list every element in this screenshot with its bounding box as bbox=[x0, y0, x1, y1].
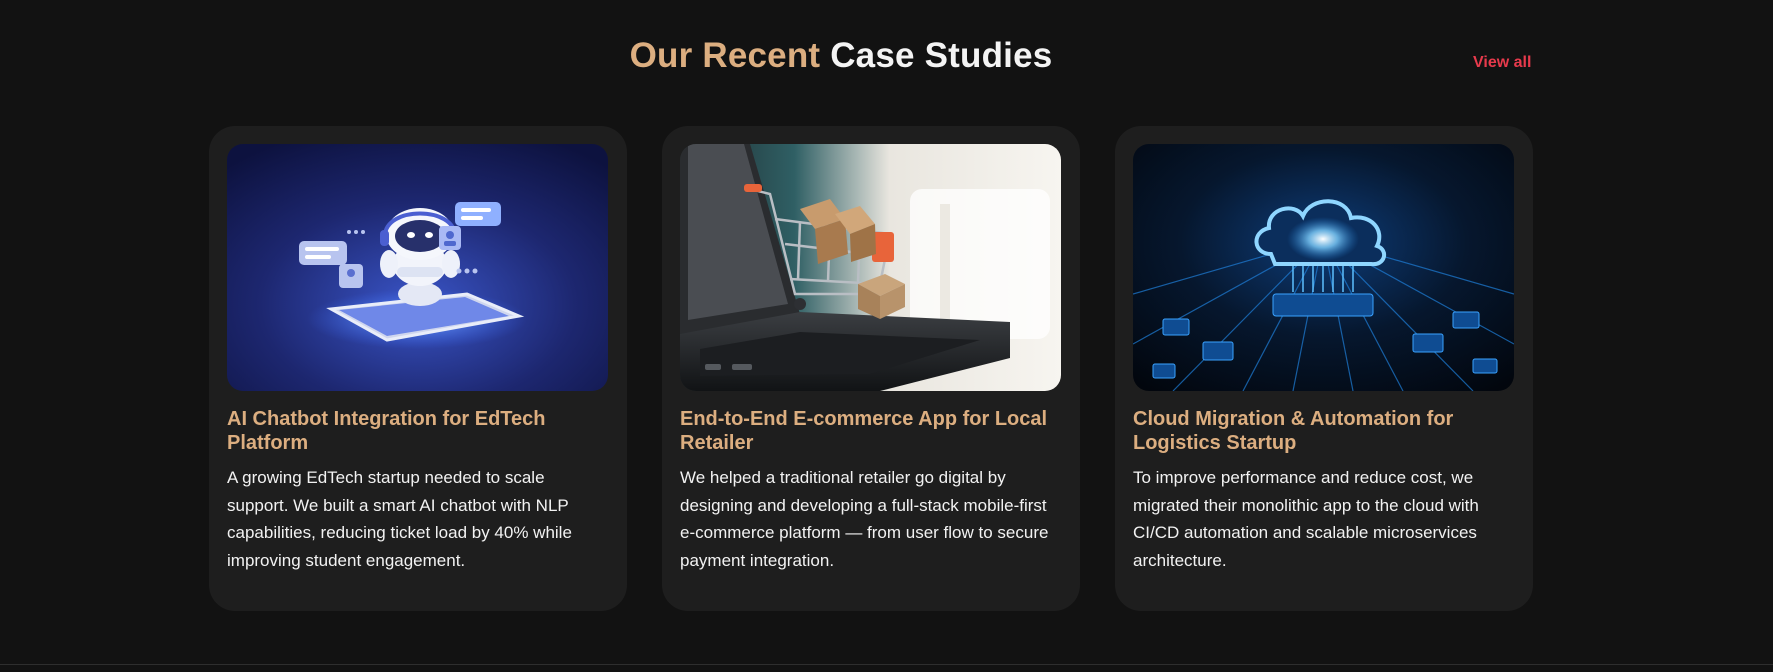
cloud-circuit-illustration bbox=[1133, 144, 1514, 391]
robot-chatbot-illustration bbox=[227, 144, 608, 391]
case-study-card[interactable]: End-to-End E-commerce App for Local Reta… bbox=[662, 126, 1080, 611]
case-study-title[interactable]: Cloud Migration & Automation for Logisti… bbox=[1133, 407, 1515, 455]
robot-chatbot-image[interactable] bbox=[227, 144, 608, 391]
case-study-description: We helped a traditional retailer go digi… bbox=[680, 468, 1049, 570]
case-study-title[interactable]: AI Chatbot Integration for EdTech Platfo… bbox=[227, 407, 609, 455]
case-study-description: To improve performance and reduce cost, … bbox=[1133, 468, 1479, 570]
section-title-main: Case Studies bbox=[830, 36, 1053, 75]
cloud-circuit-image[interactable] bbox=[1133, 144, 1514, 391]
case-study-description: A growing EdTech startup needed to scale… bbox=[227, 468, 572, 570]
case-study-card[interactable]: AI Chatbot Integration for EdTech Platfo… bbox=[209, 126, 627, 611]
section-title: Our Recent Case Studies bbox=[0, 36, 1682, 76]
shopping-cart-laptop-illustration bbox=[680, 144, 1061, 391]
case-study-card[interactable]: Cloud Migration & Automation for Logisti… bbox=[1115, 126, 1533, 611]
view-all-link[interactable]: View all bbox=[1473, 54, 1531, 72]
case-study-title[interactable]: End-to-End E-commerce App for Local Reta… bbox=[680, 407, 1062, 455]
shopping-cart-laptop-image[interactable] bbox=[680, 144, 1061, 391]
section-title-accent: Our Recent bbox=[629, 36, 821, 75]
section-divider bbox=[0, 664, 1773, 665]
